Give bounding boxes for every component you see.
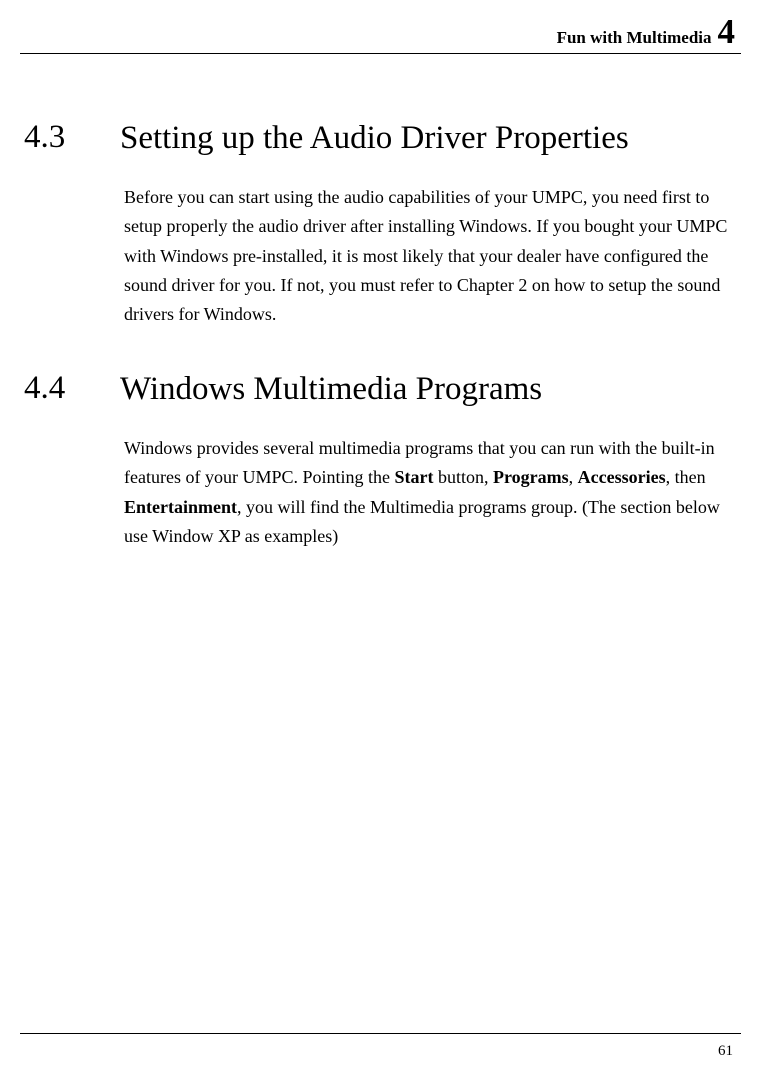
section-paragraph: Windows provides several multimedia prog…	[124, 434, 735, 551]
page-wrapper: Fun with Multimedia 4 4.3 Setting up the…	[0, 0, 761, 1078]
paragraph-text: , then	[666, 467, 706, 487]
section-title: Windows Multimedia Programs	[120, 369, 741, 410]
section-heading: 4.3 Setting up the Audio Driver Properti…	[20, 118, 741, 159]
paragraph-text: ,	[569, 467, 578, 487]
section-heading: 4.4 Windows Multimedia Programs	[20, 369, 741, 410]
page-number: 61	[718, 1043, 733, 1060]
running-header-chapter-number: 4	[718, 14, 736, 49]
bold-term: Programs	[493, 467, 569, 487]
footer-rule	[20, 1033, 741, 1034]
section-paragraph: Before you can start using the audio cap…	[124, 183, 735, 329]
paragraph-text: button,	[433, 467, 493, 487]
bold-term: Entertainment	[124, 497, 237, 517]
section-number: 4.3	[20, 118, 120, 158]
running-header-title: Fun with Multimedia	[557, 28, 712, 48]
running-header: Fun with Multimedia 4	[20, 0, 741, 54]
section-number: 4.4	[20, 369, 120, 409]
section-title: Setting up the Audio Driver Properties	[120, 118, 741, 159]
bold-term: Accessories	[578, 467, 666, 487]
bold-term: Start	[394, 467, 433, 487]
